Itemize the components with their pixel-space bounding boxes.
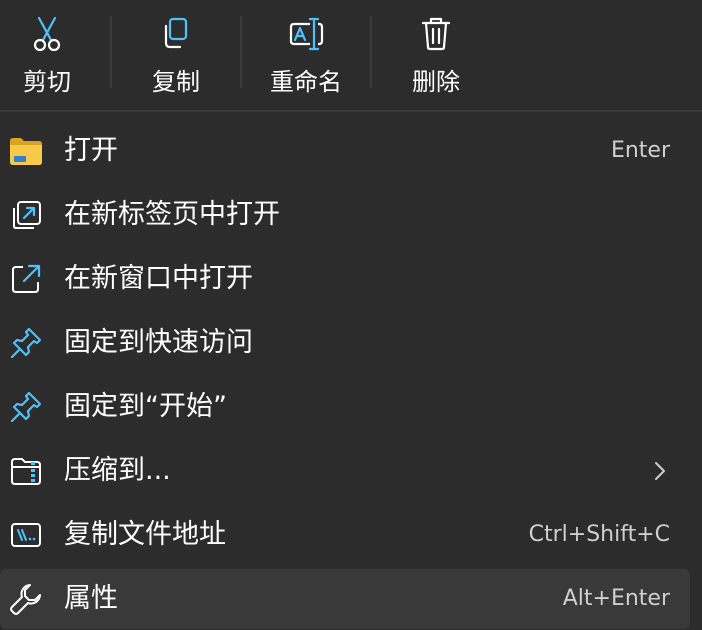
rename-button[interactable]: 重命名 bbox=[251, 0, 361, 110]
menu-item-label: 打开 bbox=[64, 135, 118, 166]
rename-label: 重命名 bbox=[270, 68, 342, 96]
copy-label: 复制 bbox=[152, 68, 200, 96]
menu-item-open[interactable]: 打开 Enter bbox=[0, 121, 702, 181]
toolbar-divider bbox=[370, 16, 372, 88]
menu-item-label: 在新标签页中打开 bbox=[64, 199, 280, 230]
menu-item-compress[interactable]: 压缩到... bbox=[0, 441, 702, 501]
menu-item-label: 压缩到... bbox=[64, 455, 171, 486]
copy-button[interactable]: 复制 bbox=[121, 0, 231, 110]
menu-item-label: 属性 bbox=[64, 583, 118, 614]
open-external-icon bbox=[8, 261, 44, 297]
menu-item-open-new-tab[interactable]: 在新标签页中打开 bbox=[0, 185, 702, 245]
toolbar-separator bbox=[0, 110, 702, 112]
menu-item-properties[interactable]: 属性 Alt+Enter bbox=[0, 569, 690, 629]
delete-button[interactable]: 删除 bbox=[381, 0, 491, 110]
menu-item-label: 在新窗口中打开 bbox=[64, 263, 253, 294]
copy-icon bbox=[121, 14, 231, 54]
scissors-icon bbox=[0, 14, 102, 54]
copy-path-icon bbox=[8, 517, 44, 553]
menu-item-copy-path[interactable]: 复制文件地址 Ctrl+Shift+C bbox=[0, 505, 702, 565]
toolbar-divider bbox=[110, 16, 112, 88]
menu-item-label: 固定到“开始” bbox=[64, 391, 227, 422]
cut-button[interactable]: 剪切 bbox=[0, 0, 102, 110]
menu-item-label: 固定到快速访问 bbox=[64, 327, 253, 358]
shortcut-text: Enter bbox=[610, 138, 670, 163]
shortcut-text: Ctrl+Shift+C bbox=[528, 522, 670, 547]
menu-item-pin-quick-access[interactable]: 固定到快速访问 bbox=[0, 313, 702, 373]
pin-icon bbox=[8, 389, 44, 425]
trash-icon bbox=[381, 14, 491, 54]
cut-label: 剪切 bbox=[23, 68, 71, 96]
menu-item-label: 复制文件地址 bbox=[64, 519, 226, 550]
shortcut-text: Alt+Enter bbox=[562, 586, 670, 611]
menu-toolbar: 剪切 复制 重命名 删除 bbox=[0, 0, 702, 110]
delete-label: 删除 bbox=[412, 68, 460, 96]
new-tab-icon bbox=[8, 197, 44, 233]
menu-item-pin-start[interactable]: 固定到“开始” bbox=[0, 377, 702, 437]
toolbar-divider bbox=[240, 16, 242, 88]
wrench-icon bbox=[8, 581, 44, 617]
zip-folder-icon bbox=[8, 453, 44, 489]
pin-icon bbox=[8, 325, 44, 361]
rename-icon bbox=[251, 14, 361, 54]
menu-item-open-new-window[interactable]: 在新窗口中打开 bbox=[0, 249, 702, 309]
context-menu: 剪切 复制 重命名 删除 打开 Enter 在新标签页中打开 在新窗口中打开 固… bbox=[0, 0, 702, 630]
chevron-right-icon bbox=[652, 459, 668, 483]
folder-icon bbox=[8, 133, 44, 169]
